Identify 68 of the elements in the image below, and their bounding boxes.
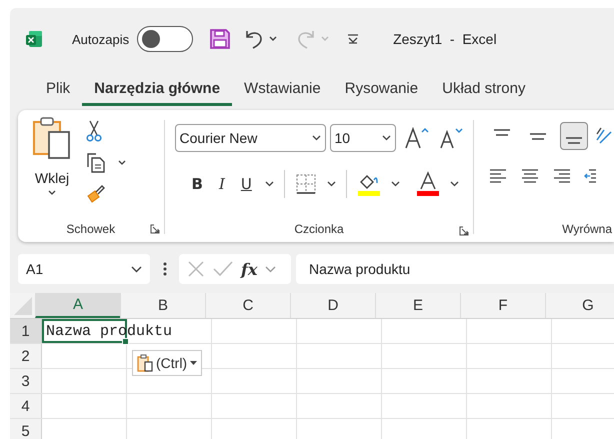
italic-button[interactable]: I xyxy=(216,175,228,193)
text-orientation-icon[interactable] xyxy=(596,126,612,146)
dialog-launcher-icon[interactable] xyxy=(150,224,160,234)
caret-icon[interactable] xyxy=(48,190,56,196)
copy-icon[interactable] xyxy=(86,152,106,174)
font-size-dropdown[interactable]: 10 xyxy=(330,124,396,152)
ribbon-tab[interactable]: Wstawianie xyxy=(232,74,333,106)
row-header[interactable]: 5 xyxy=(10,419,42,439)
column-header[interactable]: E xyxy=(375,293,460,318)
column-header[interactable]: A xyxy=(35,293,120,318)
customize-toolbar-icon[interactable] xyxy=(347,34,360,44)
caret-icon xyxy=(190,361,198,365)
caret-icon[interactable] xyxy=(326,181,336,187)
vertical-align-button[interactable] xyxy=(560,122,588,150)
formula-input-field[interactable]: Nazwa produktu xyxy=(296,254,614,284)
row-header[interactable]: 2 xyxy=(10,344,42,368)
window-title: Zeszyt1 - Excel xyxy=(393,31,497,47)
caret-icon[interactable] xyxy=(390,181,400,187)
ribbon-tab[interactable]: Układ strony xyxy=(430,74,538,106)
column-header[interactable]: D xyxy=(290,293,375,318)
name-box[interactable]: A1 xyxy=(18,254,150,284)
increase-font-size-icon[interactable] xyxy=(404,126,430,150)
paste-options-button[interactable]: (Ctrl) xyxy=(132,350,202,376)
caret-icon[interactable] xyxy=(131,266,142,272)
caret-icon[interactable] xyxy=(118,160,126,166)
caret-icon[interactable] xyxy=(450,181,459,187)
paste-label[interactable]: Wklej xyxy=(34,170,70,186)
vertical-align-icon xyxy=(566,136,582,144)
font-name-dropdown[interactable]: Courier New xyxy=(174,124,326,152)
caret-icon[interactable] xyxy=(269,36,278,42)
decrease-font-size-icon[interactable] xyxy=(438,126,464,150)
underline-button[interactable]: U xyxy=(238,175,255,193)
row-header[interactable]: 3 xyxy=(10,369,42,393)
ribbon-tab[interactable]: Plik xyxy=(34,74,82,106)
insert-function-button[interactable]: fx xyxy=(241,260,258,278)
save-icon[interactable] xyxy=(209,28,232,50)
scissors-icon[interactable] xyxy=(86,120,102,142)
font-color-icon[interactable] xyxy=(416,171,440,197)
bold-button[interactable]: B xyxy=(188,175,206,193)
format-painter-icon[interactable] xyxy=(86,184,106,204)
checkmark-icon xyxy=(213,261,233,277)
autosave-label: Autozapis xyxy=(72,32,130,46)
row-header[interactable]: 4 xyxy=(10,394,42,418)
more-options-icon[interactable] xyxy=(163,262,167,276)
fill-handle[interactable] xyxy=(122,338,129,345)
column-header[interactable]: F xyxy=(460,293,545,318)
column-header[interactable]: C xyxy=(205,293,290,318)
vertical-align-icon xyxy=(530,132,546,140)
column-header[interactable]: B xyxy=(120,293,205,318)
autosave-toggle[interactable] xyxy=(137,26,194,52)
group-label: Schowek xyxy=(66,222,116,236)
group-label: Czcionka xyxy=(294,222,344,236)
cancel-icon xyxy=(187,260,205,278)
dialog-launcher-icon[interactable] xyxy=(459,226,470,236)
group-label: Wyrówna xyxy=(562,222,612,236)
caret-icon xyxy=(321,36,330,42)
borders-icon[interactable] xyxy=(294,173,317,195)
ribbon-tab[interactable]: Rysowanie xyxy=(332,74,430,106)
paste-icon[interactable] xyxy=(32,116,72,160)
column-header[interactable]: G xyxy=(545,293,614,318)
paste-icon xyxy=(137,354,153,372)
vertical-align-icon xyxy=(494,128,510,136)
caret-icon[interactable] xyxy=(264,181,274,187)
ribbon-tab[interactable]: Narzędzia główne xyxy=(82,74,232,106)
caret-icon[interactable] xyxy=(312,135,321,141)
caret-icon[interactable] xyxy=(382,135,391,141)
spreadsheet-app-icon xyxy=(25,30,43,48)
row-header[interactable]: 1 xyxy=(10,319,42,343)
